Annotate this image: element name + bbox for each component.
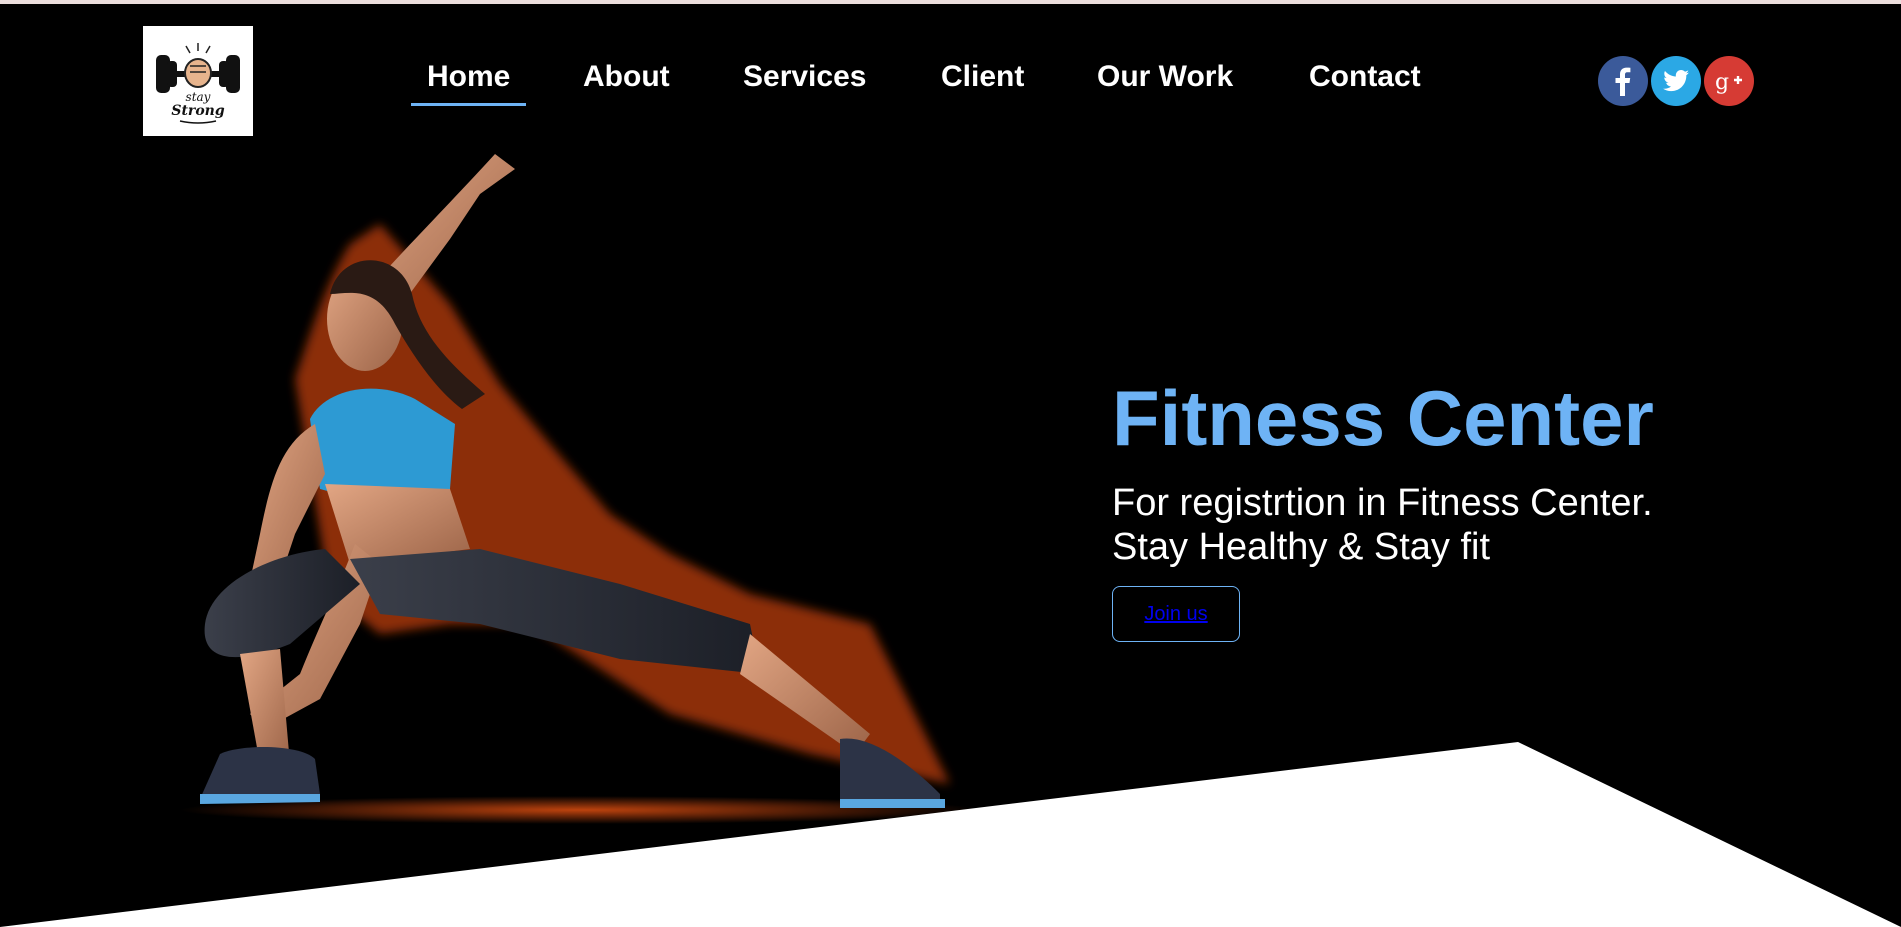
hero-section: stay Strong Home About Services Client O… xyxy=(0,4,1901,927)
nav-item-our-work[interactable]: Our Work xyxy=(1097,62,1233,106)
join-us-button[interactable]: Join us xyxy=(1112,586,1240,642)
svg-text:Strong: Strong xyxy=(171,103,224,119)
hero-subtitle-line2: Stay Healthy & Stay fit xyxy=(1112,526,1491,568)
nav-item-services[interactable]: Services xyxy=(743,62,866,106)
nav-item-about[interactable]: About xyxy=(583,62,670,106)
google-plus-icon[interactable]: g xyxy=(1704,56,1754,106)
svg-text:stay: stay xyxy=(186,90,211,104)
nav-item-home[interactable]: Home xyxy=(410,62,527,106)
nav-item-contact[interactable]: Contact xyxy=(1309,62,1421,106)
twitter-icon[interactable] xyxy=(1651,56,1701,106)
top-strip xyxy=(0,0,1901,4)
nav-item-client[interactable]: Client xyxy=(941,62,1024,106)
dumbbell-fist-logo-icon: stay Strong xyxy=(156,43,240,124)
hero-title: Fitness Center xyxy=(1112,374,1654,462)
hero-subtitle-line1: For registrtion in Fitness Center. xyxy=(1112,482,1653,524)
site-logo[interactable]: stay Strong xyxy=(143,26,253,136)
athlete-hero-image xyxy=(180,154,980,824)
facebook-icon[interactable] xyxy=(1598,56,1648,106)
svg-text:g: g xyxy=(1715,70,1729,95)
